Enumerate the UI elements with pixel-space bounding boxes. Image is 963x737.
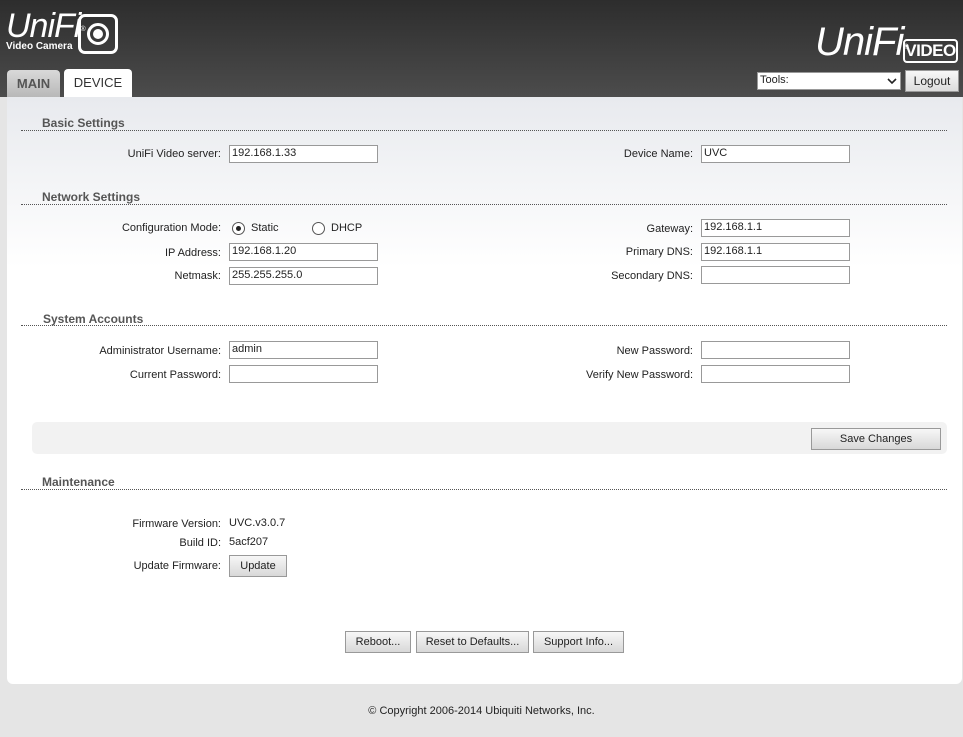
- tab-device[interactable]: DEVICE: [64, 69, 132, 97]
- build-id-label: Build ID:: [179, 537, 221, 549]
- update-firmware-label: Update Firmware:: [133, 560, 221, 572]
- copyright-footer: © Copyright 2006-2014 Ubiquiti Networks,…: [368, 705, 595, 717]
- primary-dns-input[interactable]: 192.168.1.1: [701, 243, 850, 261]
- server-label: UniFi Video server:: [127, 148, 221, 160]
- reset-defaults-button[interactable]: Reset to Defaults...: [416, 631, 529, 653]
- new-password-input[interactable]: [701, 341, 850, 359]
- update-firmware-button[interactable]: Update: [229, 555, 287, 577]
- section-divider: [21, 204, 947, 205]
- secondary-dns-label: Secondary DNS:: [611, 270, 693, 282]
- static-radio-label: Static: [251, 222, 279, 234]
- verify-password-input[interactable]: [701, 365, 850, 383]
- save-changes-bar: [32, 422, 947, 454]
- config-mode-label: Configuration Mode:: [121, 222, 221, 234]
- secondary-dns-input[interactable]: [701, 266, 850, 284]
- static-radio[interactable]: [232, 222, 245, 235]
- current-password-input[interactable]: [229, 365, 378, 383]
- network-settings-title: Network Settings: [42, 190, 141, 204]
- device-name-label: Device Name:: [623, 148, 693, 160]
- section-divider: [21, 325, 947, 326]
- unifi-video-camera-logo: UniFi® Video Camera: [6, 7, 86, 52]
- logo-left-word: UniFi: [6, 7, 81, 45]
- chevron-down-icon: [887, 78, 897, 85]
- tools-select[interactable]: Tools:: [757, 72, 901, 90]
- unifi-video-logo: UniFi®: [815, 20, 909, 64]
- build-id-value: 5acf207: [229, 536, 269, 548]
- netmask-input[interactable]: 255.255.255.0: [229, 267, 378, 285]
- firmware-version-label: Firmware Version:: [132, 518, 221, 530]
- logo-right-word: UniFi: [815, 20, 904, 64]
- firmware-version-value: UVC.v3.0.7: [229, 517, 286, 529]
- new-password-label: New Password:: [616, 345, 693, 357]
- gateway-input[interactable]: 192.168.1.1: [701, 219, 850, 237]
- admin-username-label: Administrator Username:: [99, 345, 221, 357]
- support-info-button[interactable]: Support Info...: [533, 631, 624, 653]
- dhcp-radio[interactable]: [312, 222, 325, 235]
- section-divider: [21, 130, 947, 131]
- logo-left-subtitle: Video Camera: [6, 41, 73, 52]
- current-password-label: Current Password:: [129, 369, 221, 381]
- ip-address-input[interactable]: 192.168.1.20: [229, 243, 378, 261]
- section-divider: [21, 489, 947, 490]
- reboot-button[interactable]: Reboot...: [345, 631, 411, 653]
- logout-button[interactable]: Logout: [905, 70, 959, 92]
- dhcp-radio-label: DHCP: [331, 222, 363, 234]
- system-accounts-title: System Accounts: [43, 312, 144, 326]
- verify-password-label: Verify New Password:: [586, 369, 693, 381]
- maintenance-title: Maintenance: [42, 475, 115, 489]
- gateway-label: Gateway:: [646, 223, 693, 235]
- admin-username-input[interactable]: admin: [229, 341, 378, 359]
- netmask-label: Netmask:: [174, 270, 221, 282]
- device-panel: Basic Settings UniFi Video server: 192.1…: [7, 97, 962, 684]
- camera-lens-icon: [78, 14, 118, 54]
- tools-select-label: Tools:: [760, 74, 789, 86]
- ip-address-label: IP Address:: [164, 247, 221, 259]
- device-name-input[interactable]: UVC: [701, 145, 850, 163]
- server-input[interactable]: 192.168.1.33: [229, 145, 378, 163]
- video-badge: VIDEO: [903, 39, 958, 63]
- basic-settings-title: Basic Settings: [42, 116, 125, 130]
- save-changes-button[interactable]: Save Changes: [811, 428, 941, 450]
- tab-main[interactable]: MAIN: [7, 70, 60, 97]
- primary-dns-label: Primary DNS:: [625, 246, 693, 258]
- header-bar: UniFi® Video Camera UniFi® VIDEO MAIN DE…: [0, 0, 963, 97]
